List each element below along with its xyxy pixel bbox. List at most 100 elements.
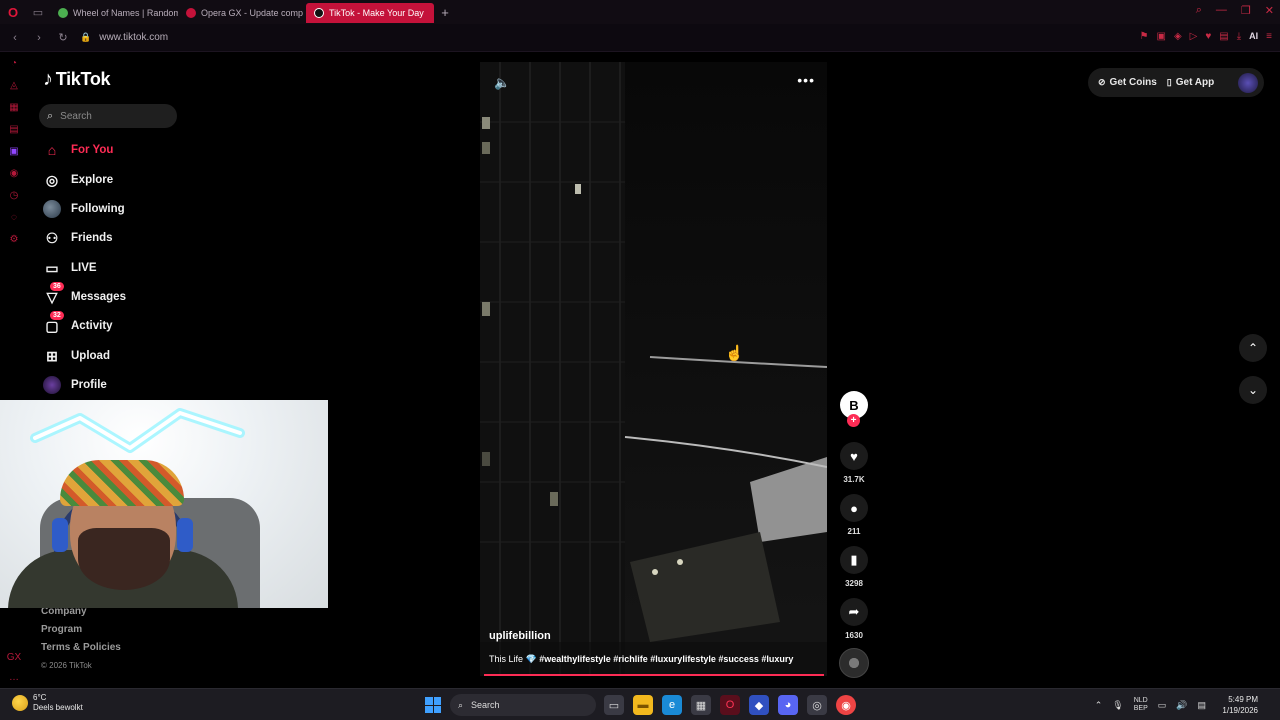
nav-label: LIVE <box>71 262 97 274</box>
steam-icon[interactable]: ◎ <box>807 695 827 715</box>
gx-control-icon[interactable]: ◔ <box>0 52 28 74</box>
bookmark-icon[interactable]: ▮ <box>840 546 868 574</box>
video-player[interactable]: 🔈 ••• <box>480 62 827 676</box>
player-icon[interactable]: ▷ <box>1190 31 1198 42</box>
footer-terms-link[interactable]: Terms & Policies <box>41 639 121 657</box>
settings-icon[interactable]: ⚙ <box>0 228 28 250</box>
gx-corner-icon[interactable]: ▦ <box>0 96 28 118</box>
twitch-icon[interactable]: ▣ <box>0 140 28 162</box>
video-username[interactable]: uplifebillion <box>489 630 551 642</box>
coin-icon: ⊘ <box>1098 77 1106 87</box>
lock-icon[interactable]: 🔒 <box>80 32 91 43</box>
tiktok-logo[interactable]: ♪ TikTok <box>43 68 111 91</box>
ai-button[interactable]: AI <box>1249 31 1258 42</box>
tab-tiktok[interactable]: TikTok - Make Your Day <box>306 3 434 23</box>
player-icon[interactable]: ◉ <box>0 162 28 184</box>
gx-cleaner-icon[interactable]: ◬ <box>0 74 28 96</box>
search-tabs-icon[interactable]: ⌕ <box>1196 4 1202 17</box>
comment-action[interactable]: ● 211 <box>838 494 870 536</box>
menu-icon[interactable]: ≡ <box>1266 31 1272 42</box>
volume-icon[interactable]: 🔈 <box>494 75 510 91</box>
tab-opera-gx[interactable]: Opera GX - Update comp <box>178 3 306 23</box>
nav-explore[interactable]: ◎ Explore <box>42 168 113 192</box>
logo-text: TikTok <box>55 69 111 89</box>
previous-video-button[interactable]: ⌃ <box>1239 334 1267 362</box>
nav-profile[interactable]: Profile <box>42 373 107 397</box>
app-icon[interactable]: ◆ <box>749 695 769 715</box>
weather-widget[interactable]: 6°C Deels bewolkt <box>12 693 83 713</box>
footer-program-link[interactable]: Program <box>41 621 121 639</box>
get-app-button[interactable]: ▯ Get App <box>1167 77 1214 88</box>
microphone-icon[interactable]: 🎙 <box>1112 700 1123 711</box>
bookmark-icon[interactable]: ⚑ <box>1140 31 1149 42</box>
edge-icon[interactable]: e <box>662 695 682 715</box>
volume-icon[interactable]: 🔊 <box>1176 700 1187 711</box>
snapshot-icon[interactable]: ▣ <box>1156 31 1165 42</box>
nav-friends[interactable]: ⚇ Friends <box>42 226 113 250</box>
nav-upload[interactable]: ⊞ Upload <box>42 344 110 368</box>
taskbar-search[interactable]: ⌕ Search <box>450 694 596 716</box>
nav-following[interactable]: Following <box>42 197 125 221</box>
url-field[interactable]: www.tiktok.com <box>99 32 168 43</box>
windows-start-icon[interactable] <box>425 697 441 713</box>
music-disc-icon[interactable] <box>839 648 869 678</box>
tab-title: TikTok - Make Your Day <box>329 8 424 18</box>
discord-icon[interactable]: ◕ <box>778 695 798 715</box>
caption-hashtags[interactable]: #wealthylifestyle #richlife #luxurylifes… <box>539 654 793 664</box>
comment-icon[interactable]: ● <box>840 494 868 522</box>
more-icon[interactable]: … <box>0 666 28 688</box>
video-progress-bar[interactable] <box>484 674 824 676</box>
nav-activity[interactable]: ▢ 32 Activity <box>42 311 113 338</box>
new-tab-button[interactable]: + <box>434 5 456 20</box>
history-icon[interactable]: ◷ <box>0 184 28 206</box>
next-video-button[interactable]: ⌄ <box>1239 376 1267 404</box>
user-avatar[interactable] <box>1238 72 1258 93</box>
tab-wheel-of-names[interactable]: Wheel of Names | Random <box>50 3 178 23</box>
browser-tab-bar: O ▭ Wheel of Names | Random Opera GX - U… <box>0 0 1280 24</box>
clock[interactable]: 5:49 PM 1/19/2026 <box>1222 694 1258 716</box>
workspaces-icon[interactable]: ▭ <box>26 0 50 24</box>
task-view-icon[interactable]: ▭ <box>604 695 624 715</box>
language-indicator[interactable]: NLD BEP <box>1134 697 1148 713</box>
heart-icon[interactable]: ♥ <box>1205 31 1211 42</box>
follow-button[interactable]: + <box>847 414 860 427</box>
download-icon[interactable]: ⤓ <box>1237 31 1241 42</box>
shield-icon[interactable]: ◈ <box>1174 31 1182 42</box>
nav-label: Messages <box>71 291 126 303</box>
back-icon[interactable]: ‹ <box>6 32 24 44</box>
more-options-icon[interactable]: ••• <box>797 72 815 88</box>
chrome-icon[interactable]: ◉ <box>836 695 856 715</box>
live-icon: ▭ <box>45 259 59 276</box>
display-icon[interactable]: ▭ <box>1158 700 1167 711</box>
network-icon[interactable]: ▤ <box>1197 700 1206 711</box>
comment-count: 211 <box>847 527 861 536</box>
like-action[interactable]: ♥ 31.7K <box>838 442 870 484</box>
heart-icon[interactable]: ♥ <box>840 442 868 470</box>
gx-logo-icon[interactable]: GX <box>0 646 28 668</box>
opera-gx-icon[interactable]: O <box>720 695 740 715</box>
share-count: 1630 <box>845 631 863 640</box>
forward-icon[interactable]: › <box>30 32 48 44</box>
file-explorer-icon[interactable]: ▬ <box>633 695 653 715</box>
save-action[interactable]: ▮ 3298 <box>838 546 870 588</box>
store-icon[interactable]: ▦ <box>691 695 711 715</box>
weather-icon <box>12 695 28 711</box>
wallet-icon[interactable]: ▤ <box>1219 31 1228 42</box>
reload-icon[interactable]: ↻ <box>54 31 72 44</box>
close-icon[interactable]: ✕ <box>1265 4 1274 17</box>
minimize-icon[interactable]: — <box>1216 4 1227 17</box>
get-coins-button[interactable]: ⊘ Get Coins <box>1098 77 1157 88</box>
webcam-overlay <box>0 400 328 608</box>
nav-live[interactable]: ▭ LIVE <box>42 256 97 280</box>
nav-messages[interactable]: ▽ 36 Messages <box>42 282 126 309</box>
nav-label: For You <box>71 144 114 156</box>
news-icon[interactable]: ▤ <box>0 118 28 140</box>
search-input[interactable]: ⌕ Search <box>39 104 177 128</box>
share-action[interactable]: ➦ 1630 <box>838 598 870 640</box>
messenger-icon[interactable]: ◌ <box>0 206 28 228</box>
opera-logo-icon[interactable]: O <box>0 0 26 24</box>
nav-for-you[interactable]: ⌂ For You <box>42 138 114 162</box>
maximize-icon[interactable]: ❐ <box>1241 4 1251 17</box>
tray-expand-icon[interactable]: ⌃ <box>1095 700 1103 711</box>
share-icon[interactable]: ➦ <box>840 598 868 626</box>
